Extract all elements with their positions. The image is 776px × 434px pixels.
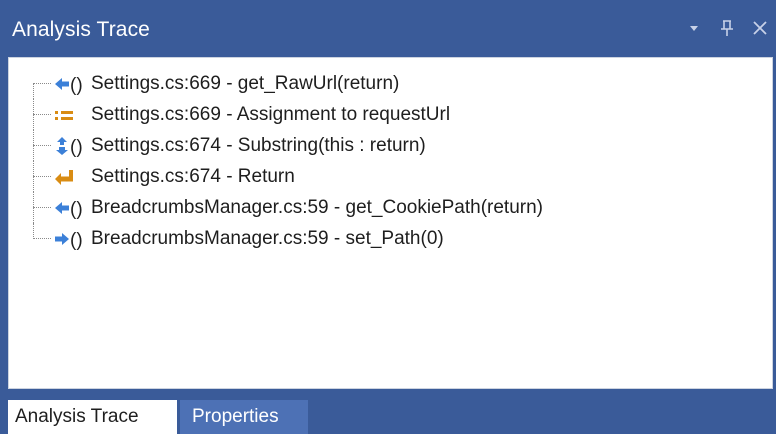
- trace-tree: () Settings.cs:669 - get_RawUrl(return) …: [31, 68, 543, 254]
- trace-label: BreadcrumbsManager.cs:59 - set_Path(0): [91, 227, 444, 249]
- tree-connector: [31, 161, 53, 192]
- chevron-down-icon[interactable]: [684, 18, 704, 38]
- tree-connector: [31, 223, 53, 254]
- panel-tab-bar: Analysis Trace Properties: [0, 389, 776, 434]
- trace-row[interactable]: () Settings.cs:669 - get_RawUrl(return): [31, 68, 543, 99]
- svg-text:(): (): [70, 230, 83, 251]
- trace-label: Settings.cs:669 - get_RawUrl(return): [91, 72, 400, 94]
- return-arrow-icon: [53, 165, 91, 189]
- panel-titlebar: Analysis Trace: [0, 0, 776, 57]
- method-return-arrow-icon: (): [53, 72, 91, 96]
- svg-text:(): (): [70, 137, 83, 158]
- close-icon[interactable]: [750, 18, 770, 38]
- trace-label: Settings.cs:669 - Assignment to requestU…: [91, 103, 451, 125]
- trace-row[interactable]: () Settings.cs:674 - Substring(this : re…: [31, 130, 543, 161]
- trace-tree-area: () Settings.cs:669 - get_RawUrl(return) …: [8, 57, 773, 389]
- pin-icon[interactable]: [717, 18, 737, 38]
- method-param-arrow-icon: (): [53, 227, 91, 251]
- svg-text:(): (): [70, 75, 83, 96]
- panel-title-controls: [684, 18, 770, 38]
- trace-label: Settings.cs:674 - Substring(this : retur…: [91, 134, 426, 156]
- svg-text:(): (): [70, 199, 83, 220]
- trace-row[interactable]: () BreadcrumbsManager.cs:59 - get_Cookie…: [31, 192, 543, 223]
- panel-title: Analysis Trace: [12, 18, 150, 41]
- tree-connector: [31, 99, 53, 130]
- trace-label: BreadcrumbsManager.cs:59 - get_CookiePat…: [91, 196, 544, 218]
- trace-row[interactable]: () BreadcrumbsManager.cs:59 - set_Path(0…: [31, 223, 543, 254]
- method-return-arrow-icon: (): [53, 196, 91, 220]
- trace-label: Settings.cs:674 - Return: [91, 165, 295, 187]
- trace-row[interactable]: Settings.cs:674 - Return: [31, 161, 543, 192]
- tree-connector: [31, 192, 53, 223]
- tree-connector: [31, 130, 53, 161]
- method-this-return-icon: (): [53, 134, 91, 158]
- tab-analysis-trace[interactable]: Analysis Trace: [8, 400, 177, 434]
- analysis-trace-panel: Analysis Trace () Settings.cs:669 - get_…: [0, 0, 776, 434]
- trace-row[interactable]: Settings.cs:669 - Assignment to requestU…: [31, 99, 543, 130]
- assignment-icon: [53, 103, 91, 127]
- tab-properties[interactable]: Properties: [180, 400, 308, 434]
- tree-connector: [31, 68, 53, 99]
